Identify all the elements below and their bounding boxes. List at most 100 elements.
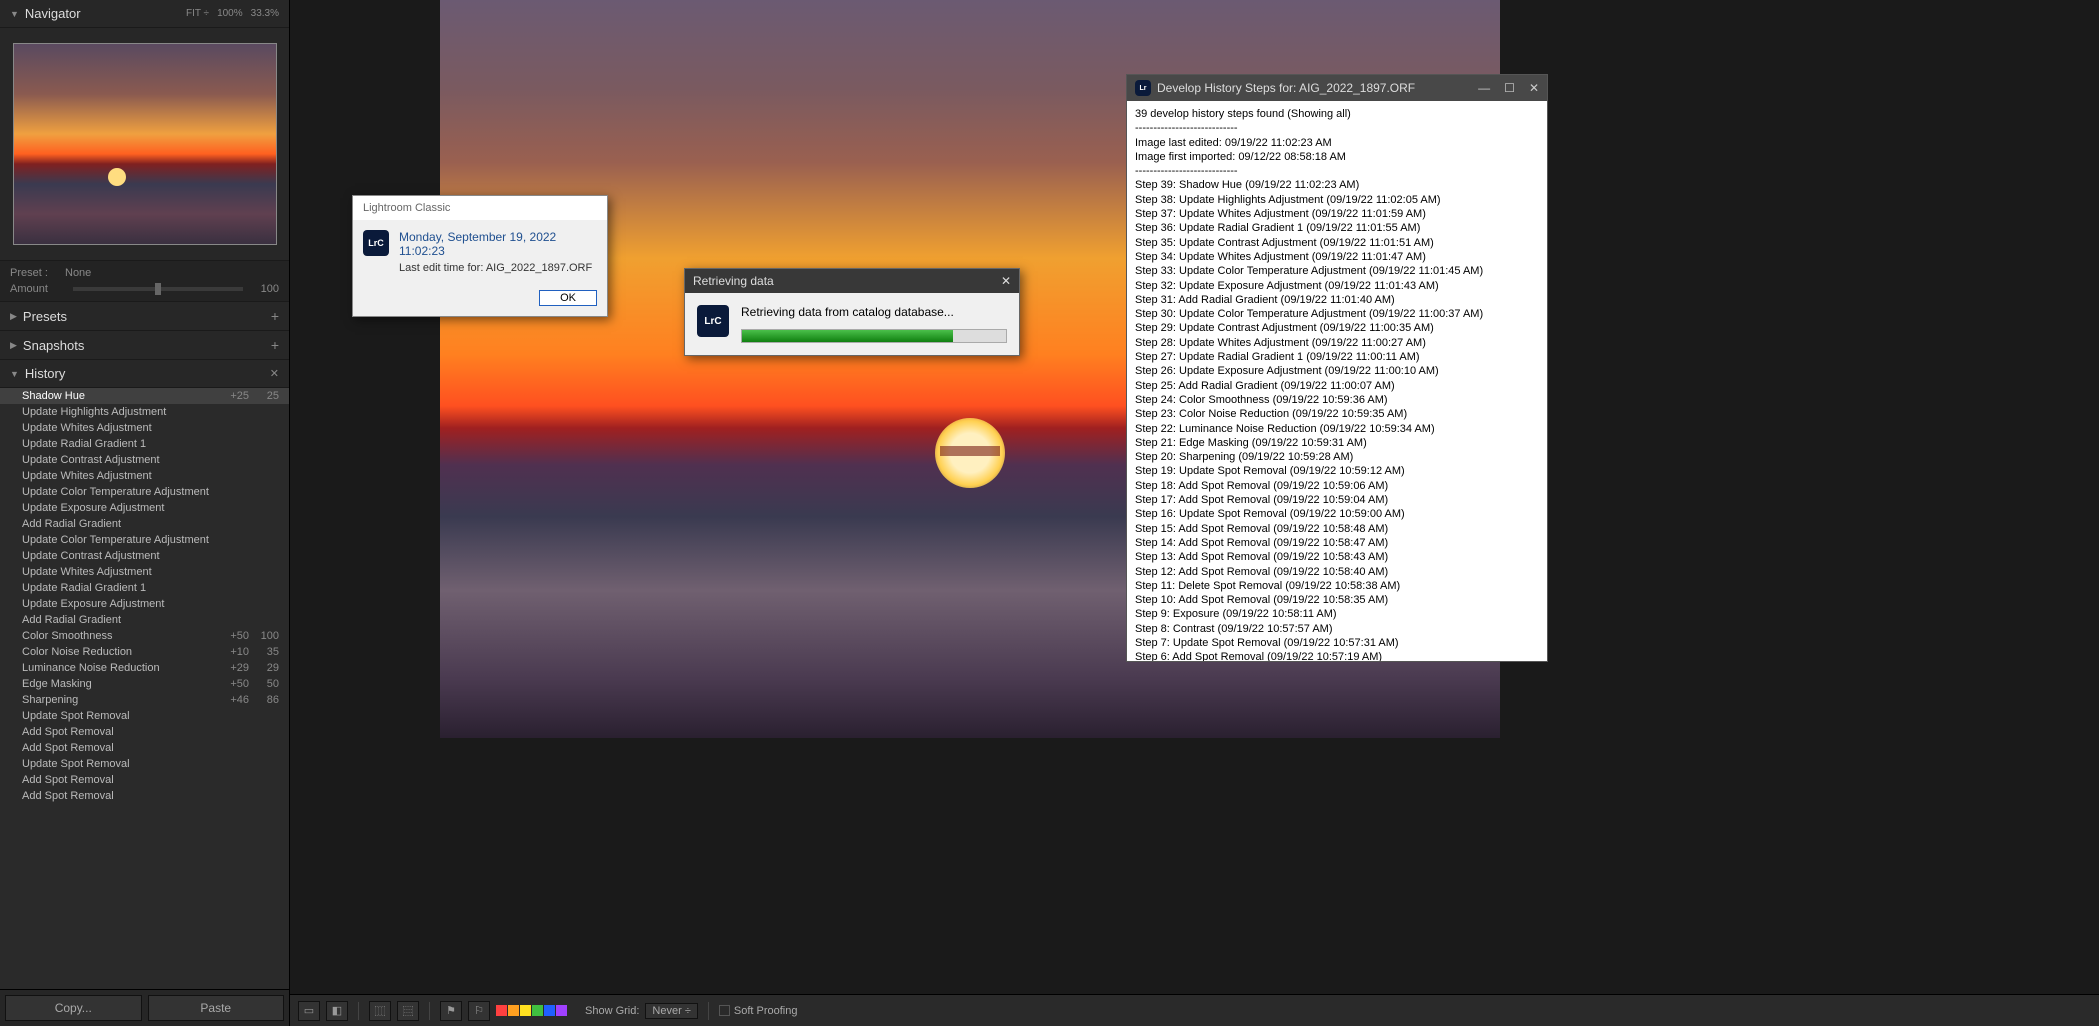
add-icon[interactable]: + — [271, 337, 279, 353]
history-line: Step 11: Delete Spot Removal (09/19/22 1… — [1135, 579, 1539, 593]
history-header[interactable]: ▼ History ✕ — [0, 360, 289, 388]
history-item[interactable]: Add Spot Removal — [0, 740, 289, 756]
amount-value: 100 — [251, 283, 279, 295]
survey-view-button[interactable]: ⿳ — [397, 1001, 419, 1021]
history-line: Step 9: Exposure (09/19/22 10:58:11 AM) — [1135, 607, 1539, 621]
history-line: Step 27: Update Radial Gradient 1 (09/19… — [1135, 350, 1539, 364]
history-item[interactable]: Update Whites Adjustment — [0, 468, 289, 484]
history-item[interactable]: Sharpening+4686 — [0, 692, 289, 708]
history-line: Image last edited: 09/19/22 11:02:23 AM — [1135, 136, 1539, 150]
paste-button[interactable]: Paste — [148, 995, 285, 1021]
history-item[interactable]: Update Color Temperature Adjustment — [0, 532, 289, 548]
history-item[interactable]: Update Whites Adjustment — [0, 564, 289, 580]
history-line: Image first imported: 09/12/22 08:58:18 … — [1135, 150, 1539, 164]
history-item[interactable]: Add Radial Gradient — [0, 612, 289, 628]
compare-view-button[interactable]: ◧ — [326, 1001, 348, 1021]
color-swatch[interactable] — [496, 1005, 507, 1016]
minimize-icon[interactable]: — — [1478, 81, 1490, 95]
preset-value[interactable]: None — [65, 267, 91, 279]
color-swatch[interactable] — [556, 1005, 567, 1016]
navigator-thumb-area — [0, 28, 289, 260]
reject-button[interactable]: ⚐ — [468, 1001, 490, 1021]
show-grid-dropdown[interactable]: Never ÷ — [645, 1003, 697, 1019]
history-item[interactable]: Update Contrast Adjustment — [0, 452, 289, 468]
history-line: Step 35: Update Contrast Adjustment (09/… — [1135, 236, 1539, 250]
progress-message: Retrieving data from catalog database... — [741, 305, 1007, 319]
history-line: Step 24: Color Smoothness (09/19/22 10:5… — [1135, 393, 1539, 407]
soft-proofing-checkbox[interactable]: Soft Proofing — [719, 1005, 798, 1017]
copy-button[interactable]: Copy... — [5, 995, 142, 1021]
chevron-down-icon: ▼ — [10, 369, 19, 379]
bottom-toolbar: ▭ ◧ ⿲ ⿳ ⚑ ⚐ Show Grid: Never ÷ Soft Proo… — [290, 994, 2099, 1026]
preset-block: Preset : None Amount 100 — [0, 260, 289, 302]
history-item[interactable]: Color Noise Reduction+1035 — [0, 644, 289, 660]
history-item[interactable]: Update Highlights Adjustment — [0, 404, 289, 420]
history-line: Step 38: Update Highlights Adjustment (0… — [1135, 193, 1539, 207]
history-window-title[interactable]: Develop History Steps for: AIG_2022_1897… — [1157, 81, 1464, 95]
history-item[interactable]: Update Whites Adjustment — [0, 420, 289, 436]
history-line: ---------------------------- — [1135, 121, 1539, 135]
history-item[interactable]: Add Radial Gradient — [0, 516, 289, 532]
dialog-message: Monday, September 19, 2022 11:02:23 — [399, 230, 597, 258]
history-item[interactable]: Edge Masking+5050 — [0, 676, 289, 692]
close-icon[interactable]: ✕ — [1001, 274, 1011, 288]
history-item[interactable]: Shadow Hue+2525 — [0, 388, 289, 404]
history-item[interactable]: Luminance Noise Reduction+2929 — [0, 660, 289, 676]
history-line: Step 8: Contrast (09/19/22 10:57:57 AM) — [1135, 622, 1539, 636]
history-line: Step 7: Update Spot Removal (09/19/22 10… — [1135, 636, 1539, 650]
nav-fit[interactable]: FIT ÷ — [186, 8, 209, 19]
history-line: Step 36: Update Radial Gradient 1 (09/19… — [1135, 221, 1539, 235]
color-swatch[interactable] — [532, 1005, 543, 1016]
history-line: Step 18: Add Spot Removal (09/19/22 10:5… — [1135, 479, 1539, 493]
history-line: Step 25: Add Radial Gradient (09/19/22 1… — [1135, 379, 1539, 393]
navigator-title: Navigator — [25, 6, 81, 21]
ok-button[interactable]: OK — [539, 290, 597, 306]
flag-button[interactable]: ⚑ — [440, 1001, 462, 1021]
history-item[interactable]: Update Radial Gradient 1 — [0, 580, 289, 596]
history-line: Step 34: Update Whites Adjustment (09/19… — [1135, 250, 1539, 264]
nav-zoom-100[interactable]: 100% — [217, 8, 243, 19]
history-item[interactable]: Add Spot Removal — [0, 724, 289, 740]
sun-overlay — [935, 418, 1005, 488]
history-line: Step 6: Add Spot Removal (09/19/22 10:57… — [1135, 650, 1539, 661]
history-item[interactable]: Update Spot Removal — [0, 708, 289, 724]
history-item[interactable]: Add Spot Removal — [0, 772, 289, 788]
history-line: Step 13: Add Spot Removal (09/19/22 10:5… — [1135, 550, 1539, 564]
color-swatch[interactable] — [544, 1005, 555, 1016]
history-item[interactable]: Update Exposure Adjustment — [0, 500, 289, 516]
color-swatch[interactable] — [520, 1005, 531, 1016]
history-item[interactable]: Update Exposure Adjustment — [0, 596, 289, 612]
color-labels[interactable] — [496, 1005, 567, 1016]
history-item[interactable]: Add Spot Removal — [0, 788, 289, 804]
dialog-subtext: Last edit time for: AIG_2022_1897.ORF — [399, 262, 597, 274]
chevron-right-icon: ▶ — [10, 311, 17, 322]
history-line: ---------------------------- — [1135, 164, 1539, 178]
history-item[interactable]: Update Spot Removal — [0, 756, 289, 772]
maximize-icon[interactable]: ☐ — [1504, 81, 1515, 95]
snapshots-header[interactable]: ▶ Snapshots + — [0, 331, 289, 360]
history-line: Step 21: Edge Masking (09/19/22 10:59:31… — [1135, 436, 1539, 450]
history-item[interactable]: Update Contrast Adjustment — [0, 548, 289, 564]
before-after-button[interactable]: ⿲ — [369, 1001, 391, 1021]
add-icon[interactable]: + — [271, 308, 279, 324]
navigator-thumbnail[interactable] — [13, 43, 277, 245]
color-swatch[interactable] — [508, 1005, 519, 1016]
loupe-view-button[interactable]: ▭ — [298, 1001, 320, 1021]
history-line: Step 32: Update Exposure Adjustment (09/… — [1135, 279, 1539, 293]
history-item[interactable]: Update Radial Gradient 1 — [0, 436, 289, 452]
nav-zoom-33[interactable]: 33.3% — [251, 8, 279, 19]
close-icon[interactable]: ✕ — [270, 367, 279, 380]
show-grid-label: Show Grid: — [585, 1005, 639, 1017]
history-line: Step 10: Add Spot Removal (09/19/22 10:5… — [1135, 593, 1539, 607]
amount-slider[interactable] — [73, 287, 243, 291]
navigator-header[interactable]: ▼ Navigator FIT ÷ 100% 33.3% — [0, 0, 289, 28]
history-line: Step 28: Update Whites Adjustment (09/19… — [1135, 336, 1539, 350]
progress-bar — [741, 329, 1007, 343]
history-item[interactable]: Color Smoothness+50100 — [0, 628, 289, 644]
close-icon[interactable]: ✕ — [1529, 81, 1539, 95]
presets-header[interactable]: ▶ Presets + — [0, 302, 289, 331]
history-line: Step 15: Add Spot Removal (09/19/22 10:5… — [1135, 522, 1539, 536]
history-line: Step 20: Sharpening (09/19/22 10:59:28 A… — [1135, 450, 1539, 464]
history-item[interactable]: Update Color Temperature Adjustment — [0, 484, 289, 500]
history-line: Step 37: Update Whites Adjustment (09/19… — [1135, 207, 1539, 221]
